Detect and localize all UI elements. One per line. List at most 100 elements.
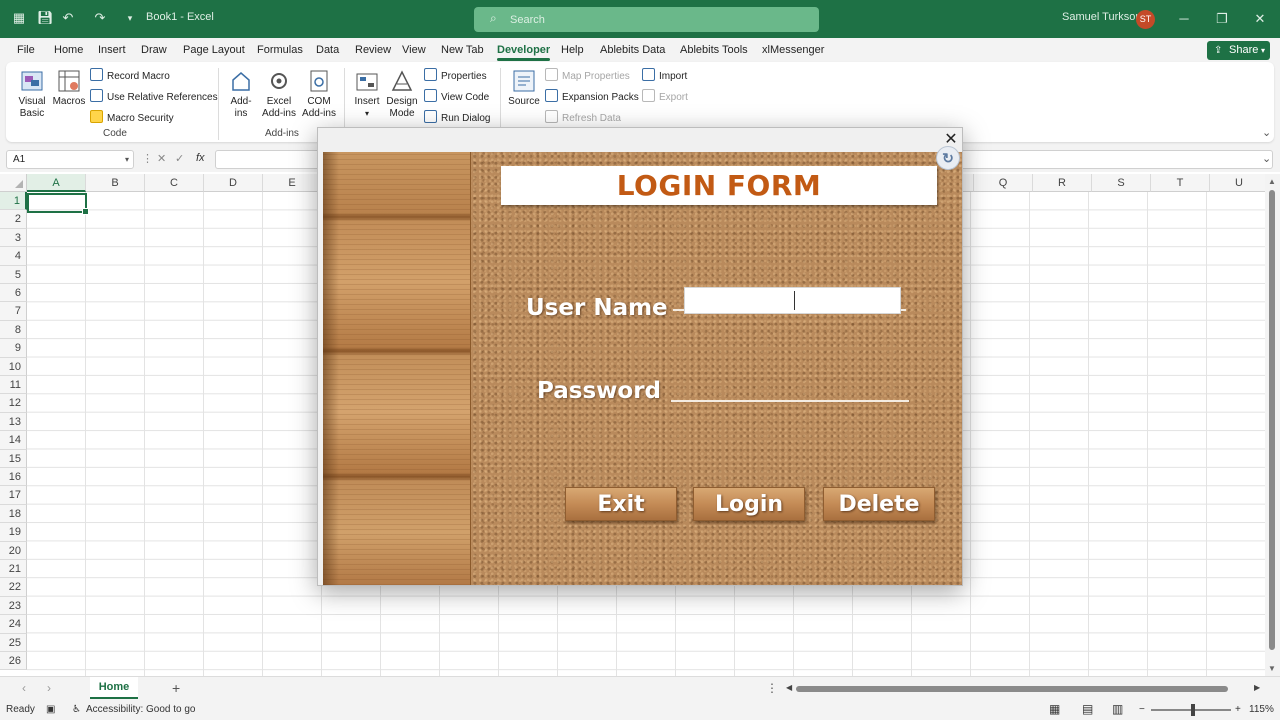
active-cell-a1[interactable] bbox=[27, 193, 89, 215]
redo-icon[interactable]: ↷ bbox=[92, 10, 108, 26]
accessibility-status[interactable]: Accessibility: Good to go bbox=[86, 704, 196, 715]
scroll-down-icon[interactable]: ▼ bbox=[1268, 664, 1276, 673]
zoom-slider-knob[interactable] bbox=[1191, 704, 1195, 716]
column-header[interactable]: Q bbox=[974, 174, 1033, 192]
view-code-button[interactable]: View Code bbox=[424, 89, 489, 105]
scroll-up-icon[interactable]: ▲ bbox=[1268, 177, 1276, 186]
login-button[interactable]: Login bbox=[693, 487, 805, 521]
run-dialog-button[interactable]: Run Dialog bbox=[424, 110, 490, 126]
search-input[interactable] bbox=[510, 10, 800, 29]
row-header[interactable]: 22 bbox=[0, 578, 27, 597]
vertical-scrollbar[interactable]: ▲ ▼ bbox=[1265, 174, 1280, 676]
password-field[interactable] bbox=[671, 390, 909, 402]
row-header[interactable]: 14 bbox=[0, 431, 27, 450]
restore-icon[interactable]: ❐ bbox=[1212, 10, 1232, 28]
row-header[interactable]: 24 bbox=[0, 615, 27, 634]
row-header[interactable]: 4 bbox=[0, 247, 27, 266]
row-header[interactable]: 16 bbox=[0, 468, 27, 487]
add-ins-button[interactable]: Add-ins bbox=[226, 68, 256, 120]
macro-security-button[interactable]: Macro Security bbox=[90, 110, 174, 126]
row-header[interactable]: 3 bbox=[0, 228, 27, 248]
tab-view[interactable]: View bbox=[402, 44, 426, 56]
refresh-data-button[interactable]: Refresh Data bbox=[545, 110, 621, 126]
tab-ablebits-data[interactable]: Ablebits Data bbox=[600, 44, 665, 56]
tab-data[interactable]: Data bbox=[316, 44, 339, 56]
row-header[interactable]: 25 bbox=[0, 633, 27, 652]
row-header[interactable]: 8 bbox=[0, 320, 27, 340]
row-header[interactable]: 1 bbox=[0, 192, 27, 211]
column-header[interactable]: R bbox=[1033, 174, 1092, 192]
tab-formulas[interactable]: Formulas bbox=[257, 44, 303, 56]
collapse-ribbon-icon[interactable]: ⌄ bbox=[1262, 126, 1271, 139]
row-header[interactable]: 13 bbox=[0, 412, 27, 432]
column-header[interactable]: A bbox=[27, 174, 86, 192]
save-icon[interactable]: 💾︎ bbox=[37, 10, 54, 26]
visual-basic-button[interactable]: Visual Basic bbox=[16, 68, 48, 120]
sheet-tab-home[interactable]: Home bbox=[90, 677, 138, 699]
map-properties-button[interactable]: Map Properties bbox=[545, 68, 630, 84]
tab-page-layout[interactable]: Page Layout bbox=[183, 44, 245, 56]
row-header[interactable]: 23 bbox=[0, 596, 27, 616]
column-header[interactable]: S bbox=[1092, 174, 1151, 192]
properties-button[interactable]: Properties bbox=[424, 68, 487, 84]
row-header[interactable]: 21 bbox=[0, 560, 27, 579]
row-header[interactable]: 17 bbox=[0, 486, 27, 505]
source-button[interactable]: Source bbox=[507, 68, 541, 108]
customize-qat-icon[interactable]: ▾ bbox=[122, 10, 138, 26]
tab-developer[interactable]: Developer bbox=[497, 44, 551, 61]
confirm-entry-icon[interactable]: ✓ bbox=[175, 152, 184, 165]
horizontal-scroll-thumb[interactable] bbox=[796, 686, 1228, 692]
search-box[interactable]: ⌕ bbox=[474, 7, 819, 32]
scroll-left-icon[interactable]: ◀ bbox=[786, 683, 792, 692]
chevron-down-icon[interactable]: ▾ bbox=[1261, 41, 1265, 60]
account-name[interactable]: Samuel Turkson bbox=[1062, 11, 1141, 23]
row-header[interactable]: 12 bbox=[0, 394, 27, 413]
design-mode-button[interactable]: Design Mode bbox=[385, 68, 419, 120]
row-header[interactable]: 10 bbox=[0, 357, 27, 376]
tab-ablebits-tools[interactable]: Ablebits Tools bbox=[680, 44, 748, 56]
select-all-button[interactable] bbox=[0, 174, 27, 192]
tab-draw[interactable]: Draw bbox=[141, 44, 167, 56]
avatar[interactable]: ST bbox=[1136, 10, 1155, 29]
macros-button[interactable]: Macros bbox=[52, 68, 86, 108]
horizontal-scrollbar[interactable]: ◀ ▶ bbox=[786, 683, 1264, 695]
column-header[interactable]: D bbox=[204, 174, 263, 192]
share-button[interactable]: ⇪ Share ▾ bbox=[1207, 41, 1270, 60]
sheet-options-icon[interactable]: ⋮ bbox=[766, 681, 778, 695]
column-header[interactable]: C bbox=[145, 174, 204, 192]
column-header[interactable]: E bbox=[263, 174, 322, 192]
column-header[interactable]: B bbox=[86, 174, 145, 192]
row-header[interactable]: 20 bbox=[0, 541, 27, 560]
macro-recording-icon[interactable]: ▣ bbox=[46, 704, 55, 715]
row-header[interactable]: 5 bbox=[0, 265, 27, 284]
delete-button[interactable]: Delete bbox=[823, 487, 935, 521]
more-options-icon[interactable]: ⋮ bbox=[142, 152, 153, 165]
tab-xlmessenger[interactable]: xlMessenger bbox=[762, 44, 824, 56]
column-header[interactable]: T bbox=[1151, 174, 1210, 192]
excel-add-ins-button[interactable]: Excel Add-ins bbox=[260, 68, 298, 120]
refresh-icon[interactable]: ↻ bbox=[936, 146, 960, 170]
zoom-slider[interactable] bbox=[1151, 704, 1231, 716]
chevron-down-icon[interactable]: ▾ bbox=[125, 151, 129, 168]
zoom-level[interactable]: 115% bbox=[1249, 704, 1274, 715]
export-button[interactable]: Export bbox=[642, 89, 688, 105]
exit-button[interactable]: Exit bbox=[565, 487, 677, 521]
import-button[interactable]: Import bbox=[642, 68, 687, 84]
row-header[interactable]: 6 bbox=[0, 284, 27, 303]
vertical-scroll-thumb[interactable] bbox=[1269, 190, 1275, 650]
username-field[interactable] bbox=[684, 287, 901, 314]
minimize-icon[interactable]: ─ bbox=[1174, 10, 1194, 28]
record-macro-button[interactable]: Record Macro bbox=[90, 68, 170, 84]
tab-new-tab[interactable]: New Tab bbox=[441, 44, 484, 56]
row-header[interactable]: 11 bbox=[0, 376, 27, 395]
scroll-right-icon[interactable]: ▶ bbox=[1254, 683, 1260, 692]
row-header[interactable]: 7 bbox=[0, 302, 27, 321]
zoom-out-icon[interactable]: − bbox=[1139, 704, 1145, 715]
insert-control-button[interactable]: Insert ▾ bbox=[352, 68, 382, 120]
normal-view-icon[interactable]: ▦ bbox=[1049, 702, 1060, 716]
add-sheet-icon[interactable]: + bbox=[172, 680, 180, 696]
close-window-icon[interactable]: ✕ bbox=[1250, 10, 1270, 28]
name-box[interactable]: A1 ▾ bbox=[6, 150, 134, 169]
cancel-entry-icon[interactable]: ✕ bbox=[157, 152, 166, 165]
accessibility-icon[interactable]: ♿︎ bbox=[72, 704, 81, 715]
